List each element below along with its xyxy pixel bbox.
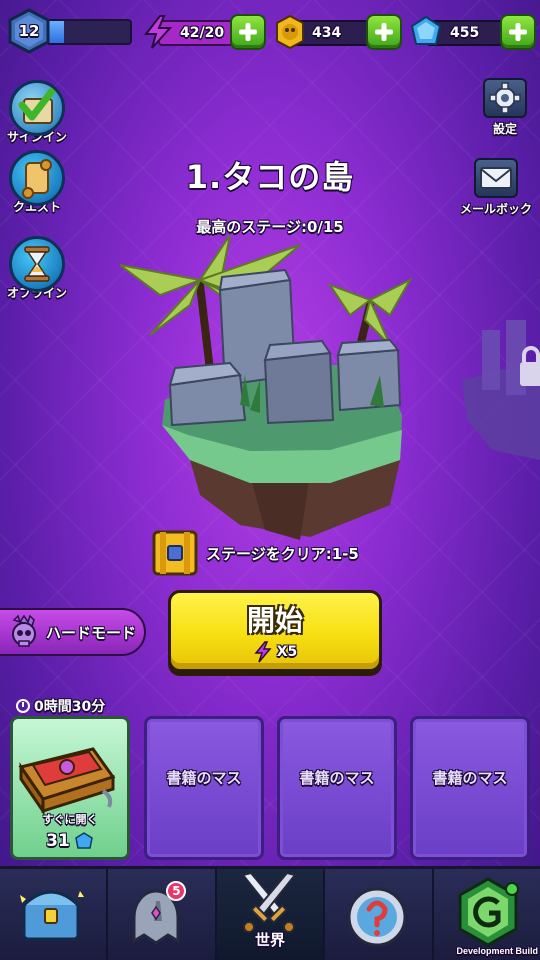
checkmark-icon (9, 80, 65, 136)
gold-value: 434 (312, 25, 342, 41)
offline-button[interactable]: オフライン (2, 236, 72, 301)
hard-mode-label: ハードモード (46, 623, 137, 642)
add-gold-button[interactable] (366, 14, 402, 50)
add-gems-button[interactable] (500, 14, 536, 50)
gold-counter: 434 (272, 14, 402, 50)
gear-icon (483, 78, 527, 118)
open-now-cost-value: 31 (46, 831, 70, 851)
chest-slot-active[interactable]: すぐに開く 31 (10, 716, 130, 860)
player-level: 12 (18, 22, 40, 40)
question-rune-icon (347, 887, 407, 947)
gem-icon (74, 832, 93, 849)
tab-guild[interactable]: Development Build (434, 869, 540, 960)
chest-slot-empty[interactable]: 書籍のマス (144, 716, 264, 860)
chest-slot-empty[interactable]: 書籍のマス (410, 716, 530, 860)
stage-title: 1.タコの島 (185, 158, 355, 196)
settings-button[interactable]: 設定 (476, 78, 534, 137)
lock-icon (462, 320, 540, 460)
skull-icon (12, 614, 36, 647)
chest-timer-value: 0時間30分 (34, 699, 106, 715)
tab-world-label: 世界 (255, 931, 286, 949)
hourglass-icon (9, 236, 65, 292)
chest-slot-label: 書籍のマス (166, 769, 242, 787)
bottom-nav: 5 世界 Development Build (0, 866, 540, 960)
chest-slot-empty[interactable]: 書籍のマス (277, 716, 397, 860)
add-energy-button[interactable] (230, 14, 266, 50)
signin-button[interactable]: サインイン (2, 80, 72, 145)
gem-counter: 455 (408, 14, 536, 50)
island-illustration (119, 234, 413, 540)
stage-island[interactable] (100, 225, 440, 555)
clock-icon (16, 699, 30, 713)
open-now-label: すぐに開く (42, 813, 98, 826)
start-button[interactable]: 開始 X5 (168, 590, 382, 672)
locked-island[interactable] (462, 300, 540, 470)
dev-build-label: Development Build (456, 946, 539, 956)
chest-slot-label: 書籍のマス (432, 769, 508, 787)
tab-talents[interactable] (325, 869, 434, 960)
treasure-chest-icon (20, 890, 84, 941)
energy-bolt-icon (140, 14, 176, 50)
chest-timer: 0時間30分 (16, 696, 105, 716)
energy-counter: 42/20 (140, 14, 266, 50)
gold-coin-icon (272, 14, 308, 50)
settings-label: 設定 (492, 122, 517, 136)
hard-mode-button[interactable]: ハードモード (0, 608, 146, 656)
xp-bar (46, 19, 132, 45)
chest-slot-label: 書籍のマス (299, 769, 375, 787)
mailbox-label: メールボック (459, 202, 532, 216)
gem-value: 455 (450, 25, 480, 41)
g-hexagon-icon (458, 877, 519, 947)
tab-world[interactable]: 世界 (216, 869, 326, 960)
start-label: 開始 (246, 604, 303, 637)
top-bar: 12 42/20 434 455 (0, 0, 540, 64)
stage-clear-text: ステージをクリア:1-5 (206, 544, 359, 563)
helmet-icon (132, 889, 180, 945)
energy-value: 42/20 (180, 25, 225, 41)
treasure-chest-icon (152, 530, 198, 576)
tab-heroes[interactable]: 5 (108, 869, 217, 960)
book-chest-icon (18, 747, 116, 816)
player-level-badge[interactable]: 12 (6, 8, 52, 54)
start-cost-value: X5 (276, 644, 298, 660)
open-now-cost: 31 (13, 831, 127, 851)
stage-clear-reward: ステージをクリア:1-5 (150, 528, 359, 578)
energy-bolt-icon (254, 641, 272, 663)
tab-shop[interactable] (0, 869, 109, 960)
start-cost: X5 (171, 641, 379, 663)
gem-icon (408, 14, 444, 50)
